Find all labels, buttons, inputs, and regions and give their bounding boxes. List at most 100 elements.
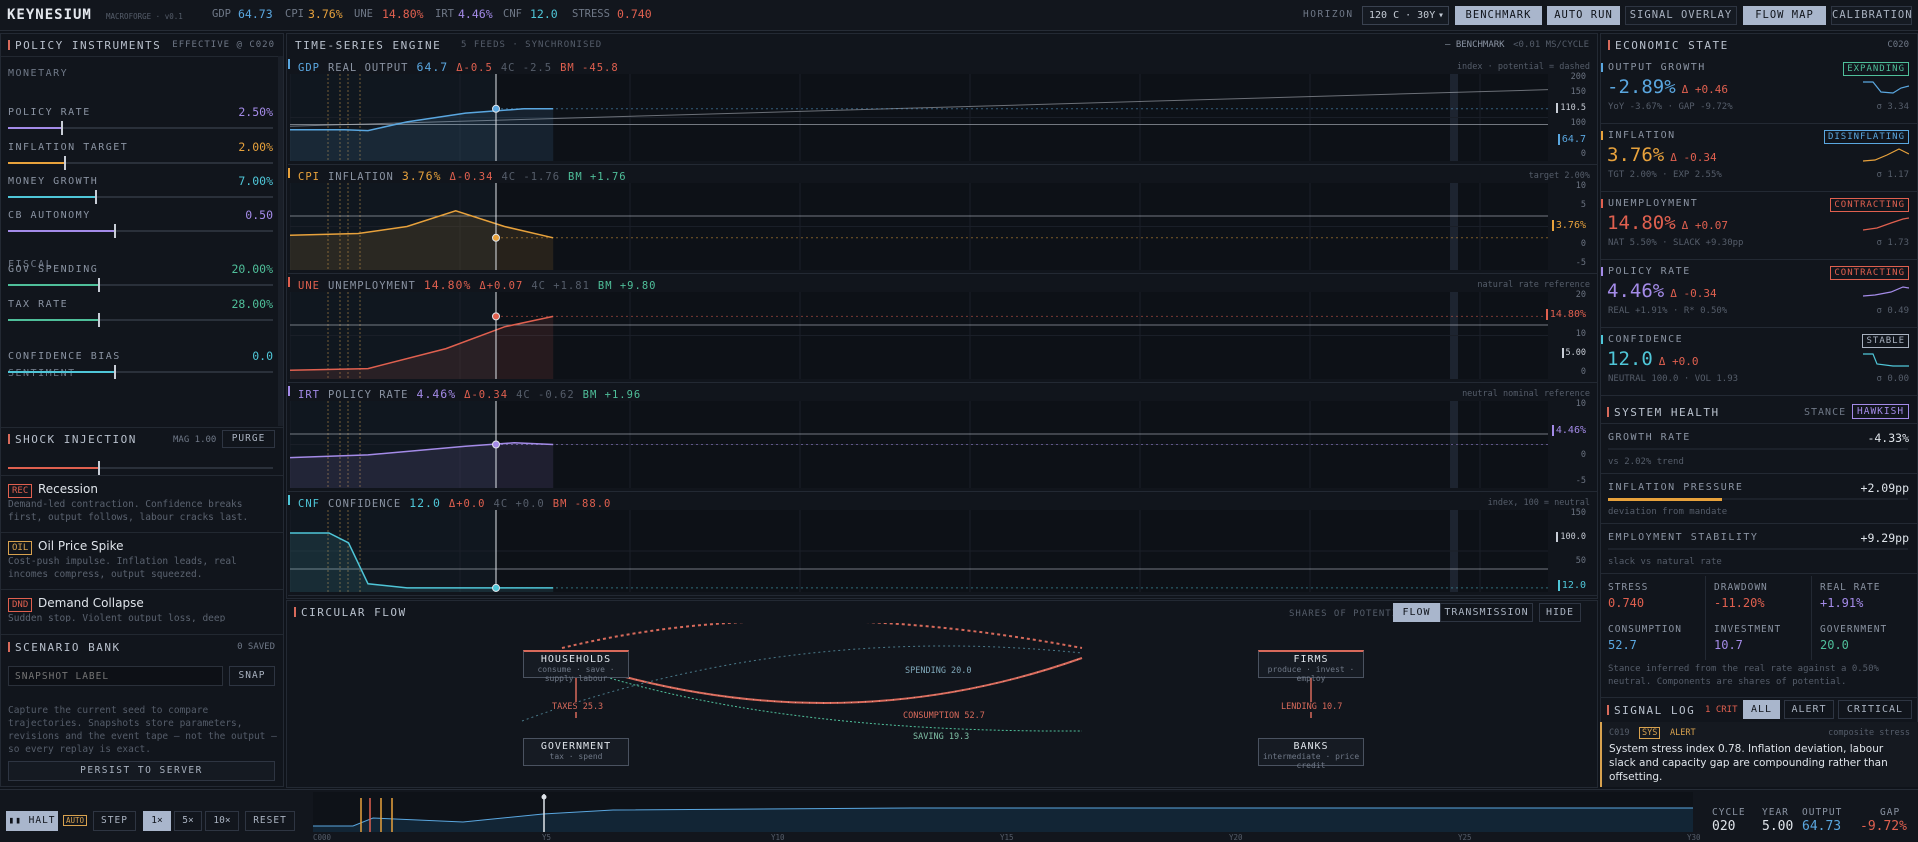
slider-track[interactable]: [8, 224, 273, 238]
timeline-scrubber[interactable]: [313, 792, 1693, 832]
signal-overlay-button[interactable]: SIGNAL OVERLAY: [1625, 6, 1737, 25]
tab-hide[interactable]: HIDE: [1539, 603, 1581, 622]
chart-note: natural rate reference: [1477, 280, 1590, 290]
auto-run-button[interactable]: AUTO RUN: [1547, 6, 1620, 25]
persist-to-server-button[interactable]: PERSIST TO SERVER: [8, 761, 275, 781]
slider-label: INFLATION TARGET: [8, 142, 129, 153]
shock-name: Oil Price Spike: [38, 539, 124, 553]
speed-10x-button[interactable]: 10×: [205, 811, 239, 831]
metric-name: CONFIDENCE: [1608, 334, 1684, 345]
slider-handle[interactable]: [114, 224, 116, 238]
tab-flow[interactable]: FLOW: [1393, 603, 1440, 622]
slider-track[interactable]: [8, 156, 273, 170]
readout-label: YEAR: [1762, 807, 1789, 818]
metric-unemployment[interactable]: UNEMPLOYMENT 14.80% Δ +0.07 NAT 5.50% · SLA…: [1600, 192, 1918, 260]
chart-header: GDP REAL OUTPUT 64.7 Δ-0.5 4C -2.5 BM -45.8: [298, 60, 627, 74]
chart-tick: 10: [1575, 399, 1586, 409]
metric-policy-rate[interactable]: POLICY RATE 4.46% Δ -0.34 REAL +1.91% · R* …: [1600, 260, 1918, 328]
shock-name: Demand Collapse: [38, 596, 144, 610]
health-row: INFLATION PRESSURE +2.09pp deviation from …: [1600, 474, 1918, 524]
snapshot-label-input[interactable]: [8, 666, 223, 686]
speed-1x-button[interactable]: 1×: [143, 811, 171, 831]
econ-title: ECONOMIC STATE: [1608, 39, 1729, 52]
readout-label: GAP: [1880, 807, 1901, 818]
shock-item-demand-collapse[interactable]: DND Demand Collapse Sudden stop. Violent…: [1, 589, 283, 622]
slider-track[interactable]: [8, 121, 273, 135]
node-banks[interactable]: BANKS intermediate · price credit: [1258, 738, 1364, 770]
slider-handle[interactable]: [98, 313, 101, 327]
halt-button[interactable]: ▮▮ HALT: [6, 811, 58, 831]
slider-track[interactable]: [8, 365, 273, 379]
stat-cpi-value: 3.76%: [308, 7, 343, 21]
tab-transmission[interactable]: TRANSMISSION: [1440, 603, 1533, 622]
chart-code: UNE: [298, 280, 320, 292]
slider-track[interactable]: [8, 278, 273, 292]
node-firms[interactable]: FIRMS produce · invest · employ: [1258, 650, 1364, 683]
grid-label: CONSUMPTION: [1608, 624, 1682, 635]
chart-cnf[interactable]: CNF CONFIDENCE 12.0 Δ+0.0 4C +0.0 BM -88.0 ind…: [288, 492, 1598, 596]
horizon-select[interactable]: 120 C · 30Y ▾: [1362, 6, 1449, 25]
signal-tag: composite stress: [1828, 728, 1910, 738]
shock-magnitude: MAG 1.00: [173, 435, 217, 445]
benchmark-button[interactable]: BENCHMARK: [1455, 6, 1542, 25]
chart-plot: [290, 510, 1548, 592]
slider-handle[interactable]: [114, 365, 116, 379]
chart-gdp[interactable]: GDP REAL OUTPUT 64.7 Δ-0.5 4C -2.5 BM -45.8 in…: [288, 56, 1598, 165]
slider-handle[interactable]: [61, 121, 63, 135]
calibration-button[interactable]: CALIBRATION: [1831, 6, 1912, 25]
chart-delta: Δ+0.07: [479, 280, 524, 292]
chart-une[interactable]: UNE UNEMPLOYMENT 14.80% Δ+0.07 4C +1.81 BM +9…: [288, 274, 1598, 383]
flow-map-button[interactable]: FLOW MAP: [1743, 6, 1826, 25]
signal-tab-critical[interactable]: CRITICAL: [1838, 700, 1912, 719]
metric-output-growth[interactable]: OUTPUT GROWTH -2.89% Δ +0.46 YoY -3.67% · G…: [1600, 56, 1918, 124]
edge-label-spending: SPENDING 20.0: [905, 666, 972, 676]
step-button[interactable]: STEP: [93, 811, 136, 831]
metric-value: 14.80% Δ +0.07: [1607, 212, 1728, 234]
shock-item-recession[interactable]: REC Recession Demand-led contraction. Co…: [1, 475, 283, 532]
metric-inflation[interactable]: INFLATION 3.76% Δ -0.34 TGT 2.00% · EXP 2.5…: [1600, 124, 1918, 192]
shock-magnitude-slider[interactable]: [8, 461, 273, 475]
shock-item-oil-price-spike[interactable]: OIL Oil Price Spike Cost-push impulse. I…: [1, 532, 283, 589]
speed-5x-button[interactable]: 5×: [174, 811, 202, 831]
chart-tick: 100.0: [1556, 532, 1586, 542]
purge-button[interactable]: PURGE: [222, 430, 275, 448]
chart-irt[interactable]: IRT POLICY RATE 4.46% Δ-0.34 4C -0.62 BM +1.9…: [288, 383, 1598, 492]
chart-note: index · potential = dashed: [1456, 62, 1590, 72]
slider-track[interactable]: [8, 190, 273, 204]
metric-confidence[interactable]: CONFIDENCE 12.0 Δ +0.0 NEUTRAL 100.0 · VOL …: [1600, 328, 1918, 396]
signal-entry[interactable]: C019 SYS ALERT composite stress System s…: [1600, 722, 1918, 787]
slider-fill: [8, 230, 114, 232]
metric-name: UNEMPLOYMENT: [1608, 198, 1699, 209]
grid-value: 10.7: [1714, 638, 1743, 652]
chart-tick: 0: [1580, 450, 1586, 461]
slider-track[interactable]: [8, 313, 273, 327]
node-sublabel: intermediate · price credit: [1262, 752, 1360, 770]
signal-tab-alert[interactable]: ALERT: [1784, 700, 1834, 719]
signal-source: SYS: [1639, 727, 1661, 739]
chart-cpi[interactable]: CPI INFLATION 3.76% Δ-0.34 4C -1.76 BM +1.76 t…: [288, 165, 1598, 274]
slider-handle[interactable]: [63, 156, 66, 170]
signal-tab-all[interactable]: ALL: [1743, 700, 1780, 719]
grid-label: GOVERNMENT: [1820, 624, 1888, 635]
slider-handle[interactable]: [95, 190, 98, 204]
node-households[interactable]: HOUSEHOLDS consume · save · supply labou…: [523, 650, 629, 683]
slider-label: GOV SPENDING: [8, 264, 99, 275]
chart-tick: 0: [1580, 238, 1586, 249]
scenario-title: SCENARIO BANK: [8, 641, 121, 654]
health-grid-cell: STRESS 0.740: [1600, 576, 1706, 618]
node-government[interactable]: GOVERNMENT tax · spend: [523, 738, 629, 766]
chart-code: IRT: [298, 389, 320, 401]
engine-feeds: 5 FEEDS · SYNCHRONISED: [461, 40, 603, 50]
snap-button[interactable]: SNAP: [229, 666, 275, 686]
chart-tick: -5: [1575, 258, 1586, 268]
auto-badge[interactable]: AUTO: [63, 815, 88, 826]
slider-handle[interactable]: [98, 278, 101, 292]
chart-header: IRT POLICY RATE 4.46% Δ-0.34 4C -0.62 BM +1.9…: [298, 387, 649, 401]
chart-delta: Δ-0.34: [449, 171, 494, 183]
metric-sparkline: [1863, 286, 1909, 297]
shock-magnitude-handle[interactable]: [98, 461, 101, 475]
reset-button[interactable]: RESET: [245, 811, 295, 831]
edge-label-lending: LENDING 10.7: [1281, 702, 1343, 712]
grid-value: -11.20%: [1714, 596, 1765, 610]
chart-delta: Δ-0.34: [464, 389, 509, 401]
